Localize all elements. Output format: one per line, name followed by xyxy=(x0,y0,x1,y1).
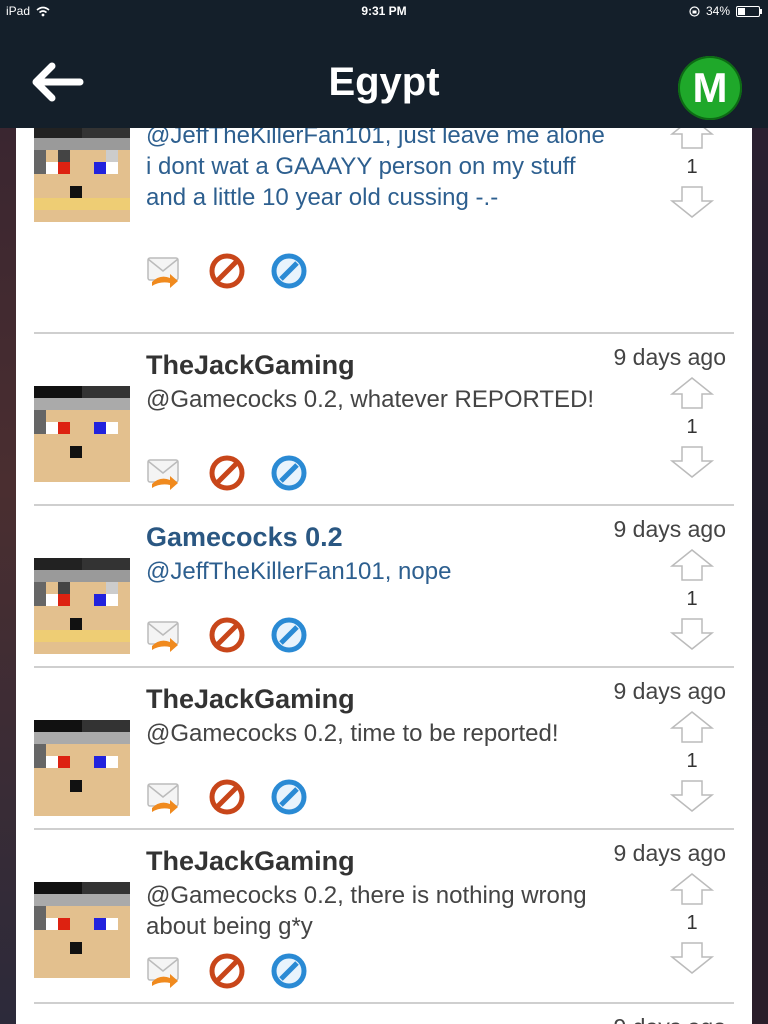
page-title: Egypt xyxy=(328,60,440,104)
upvote-arrow-icon[interactable] xyxy=(668,548,716,582)
comment-row: Gamecocks 0.29 days ago@JeffTheKillerFan… xyxy=(34,128,734,334)
comment-text: @Gamecocks 0.2, time to be reported! xyxy=(146,720,559,747)
vote-count: 1 xyxy=(686,912,698,934)
report-icon[interactable] xyxy=(270,952,308,990)
comment-row: Gamecocks 0.2 9 days ago @JeffTheKillerFan… xyxy=(34,504,734,668)
block-icon[interactable] xyxy=(208,778,246,816)
comment-text: @JeffTheKillerFan101, just leave me alon… xyxy=(146,128,605,211)
comment-row: TheJackGaming 9 days ago @Gamecocks 0.2, w… xyxy=(34,332,734,506)
timestamp: 9 days ago xyxy=(613,678,726,704)
vote-control: 1 xyxy=(668,128,716,219)
upvote-arrow-icon[interactable] xyxy=(668,710,716,744)
battery-percent: 34% xyxy=(705,4,730,18)
timestamp: 9 days ago xyxy=(613,344,726,370)
upvote-arrow-icon[interactable] xyxy=(668,128,716,150)
comment-row: TheJackGaming 9 days ago @Gamecocks 0.2, t… xyxy=(34,666,734,830)
report-icon[interactable] xyxy=(270,454,308,492)
reply-envelope-icon[interactable] xyxy=(146,252,184,290)
vote-count: 1 xyxy=(686,588,698,610)
avatar[interactable] xyxy=(34,128,130,222)
avatar[interactable] xyxy=(34,558,130,654)
comment-row: 9 days ago xyxy=(34,1002,734,1024)
vote-count: 1 xyxy=(686,750,698,772)
reply-envelope-icon[interactable] xyxy=(146,616,184,654)
vote-control: 1 xyxy=(668,710,716,813)
vote-control: 1 xyxy=(668,872,716,975)
avatar[interactable] xyxy=(34,882,130,978)
avatar[interactable] xyxy=(34,720,130,816)
downvote-arrow-icon[interactable] xyxy=(668,445,716,479)
reply-envelope-icon[interactable] xyxy=(146,952,184,990)
vote-count: 1 xyxy=(686,156,698,178)
timestamp: 9 days ago xyxy=(613,840,726,866)
report-icon[interactable] xyxy=(270,778,308,816)
rotation-lock-icon xyxy=(689,5,700,17)
downvote-arrow-icon[interactable] xyxy=(668,185,716,219)
upvote-arrow-icon[interactable] xyxy=(668,376,716,410)
background-right xyxy=(752,128,768,1024)
vote-control: 1 xyxy=(668,548,716,651)
username[interactable]: TheJackGaming xyxy=(146,350,355,381)
upvote-arrow-icon[interactable] xyxy=(668,872,716,906)
downvote-arrow-icon[interactable] xyxy=(668,617,716,651)
username[interactable]: TheJackGaming xyxy=(146,684,355,715)
comment-actions xyxy=(146,616,308,654)
timestamp: 9 days ago xyxy=(613,516,726,542)
comment-actions xyxy=(146,952,308,990)
block-icon[interactable] xyxy=(208,454,246,492)
background-left xyxy=(0,128,16,1024)
comment-actions xyxy=(146,252,308,290)
avatar[interactable] xyxy=(34,386,130,482)
reply-envelope-icon[interactable] xyxy=(146,778,184,816)
reply-envelope-icon[interactable] xyxy=(146,454,184,492)
username[interactable]: Gamecocks 0.2 xyxy=(146,522,343,553)
block-icon[interactable] xyxy=(208,952,246,990)
downvote-arrow-icon[interactable] xyxy=(668,941,716,975)
block-icon[interactable] xyxy=(208,252,246,290)
comment-actions xyxy=(146,454,308,492)
comment-row: TheJackGaming 9 days ago @Gamecocks 0.2, t… xyxy=(34,828,734,1004)
vote-count: 1 xyxy=(686,416,698,438)
battery-icon xyxy=(736,5,762,17)
downvote-arrow-icon[interactable] xyxy=(668,779,716,813)
clock: 9:31 PM xyxy=(361,4,407,18)
comment-text: @JeffTheKillerFan101, nope xyxy=(146,558,452,585)
vote-control: 1 xyxy=(668,376,716,479)
timestamp: 9 days ago xyxy=(613,1014,726,1024)
comment-text: @Gamecocks 0.2, whatever REPORTED! xyxy=(146,386,595,413)
username[interactable]: TheJackGaming xyxy=(146,846,355,877)
comment-actions xyxy=(146,778,308,816)
m-logo-icon[interactable]: M xyxy=(678,56,742,120)
navigation-bar: Egypt M xyxy=(0,22,768,128)
comments-list: Gamecocks 0.2 9 days ago @JeffTheKillerFan… xyxy=(16,128,752,1024)
report-icon[interactable] xyxy=(270,616,308,654)
status-bar: iPad 9:31 PM 34% xyxy=(0,0,768,22)
report-icon[interactable] xyxy=(270,252,308,290)
comment-text: @Gamecocks 0.2, there is nothing wrong a… xyxy=(146,882,587,940)
block-icon[interactable] xyxy=(208,616,246,654)
